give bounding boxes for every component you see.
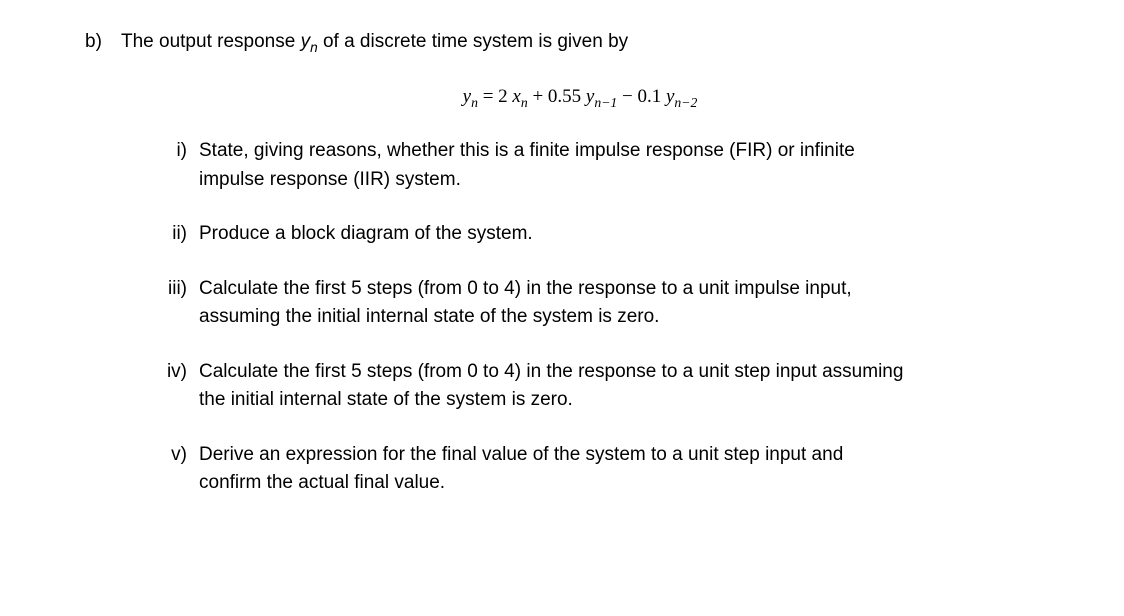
sub-text: Calculate the first 5 steps (from 0 to 4… xyxy=(199,358,1039,415)
sub-question-list: i) State, giving reasons, whether this i… xyxy=(151,137,1039,498)
eq-t3-op: − xyxy=(617,86,637,107)
sub-question-i: i) State, giving reasons, whether this i… xyxy=(151,137,1039,194)
question-label: b) xyxy=(85,28,109,524)
intro-var: y xyxy=(301,31,311,52)
eq-equals: = xyxy=(478,86,498,107)
intro-text-2: of a discrete time system is given by xyxy=(318,31,628,52)
intro-text-1: The output response xyxy=(121,31,301,52)
eq-t2-coef: 0.55 xyxy=(548,86,586,107)
sub-question-iii: iii) Calculate the first 5 steps (from 0… xyxy=(151,275,1039,332)
sub-text: Produce a block diagram of the system. xyxy=(199,220,1039,249)
sub-question-v: v) Derive an expression for the final va… xyxy=(151,441,1039,498)
eq-t1-coef: 2 xyxy=(498,86,512,107)
sub-label: iii) xyxy=(151,275,187,332)
question-b: b) The output response yn of a discrete … xyxy=(85,28,1039,524)
sub-text: Calculate the first 5 steps (from 0 to 4… xyxy=(199,275,1039,332)
question-body: The output response yn of a discrete tim… xyxy=(121,28,1039,524)
eq-lhs-sub: n xyxy=(471,94,478,109)
equation: yn = 2 xn + 0.55 yn−1 − 0.1 yn−2 xyxy=(121,83,1039,112)
sub-text: Derive an expression for the final value… xyxy=(199,441,1039,498)
eq-t2-op: + xyxy=(528,86,548,107)
sub-question-ii: ii) Produce a block diagram of the syste… xyxy=(151,220,1039,249)
question-intro: The output response yn of a discrete tim… xyxy=(121,28,1039,57)
eq-t1-sub: n xyxy=(521,94,528,109)
intro-sub: n xyxy=(310,40,318,55)
eq-t1-var: x xyxy=(512,86,520,107)
sub-text: State, giving reasons, whether this is a… xyxy=(199,137,1039,194)
sub-label: i) xyxy=(151,137,187,194)
eq-t2-sub: n−1 xyxy=(594,94,617,109)
eq-t3-sub: n−2 xyxy=(674,94,697,109)
sub-question-iv: iv) Calculate the first 5 steps (from 0 … xyxy=(151,358,1039,415)
sub-label: iv) xyxy=(151,358,187,415)
eq-t3-coef: 0.1 xyxy=(637,86,666,107)
sub-label: ii) xyxy=(151,220,187,249)
eq-lhs-var: y xyxy=(463,86,471,107)
sub-label: v) xyxy=(151,441,187,498)
